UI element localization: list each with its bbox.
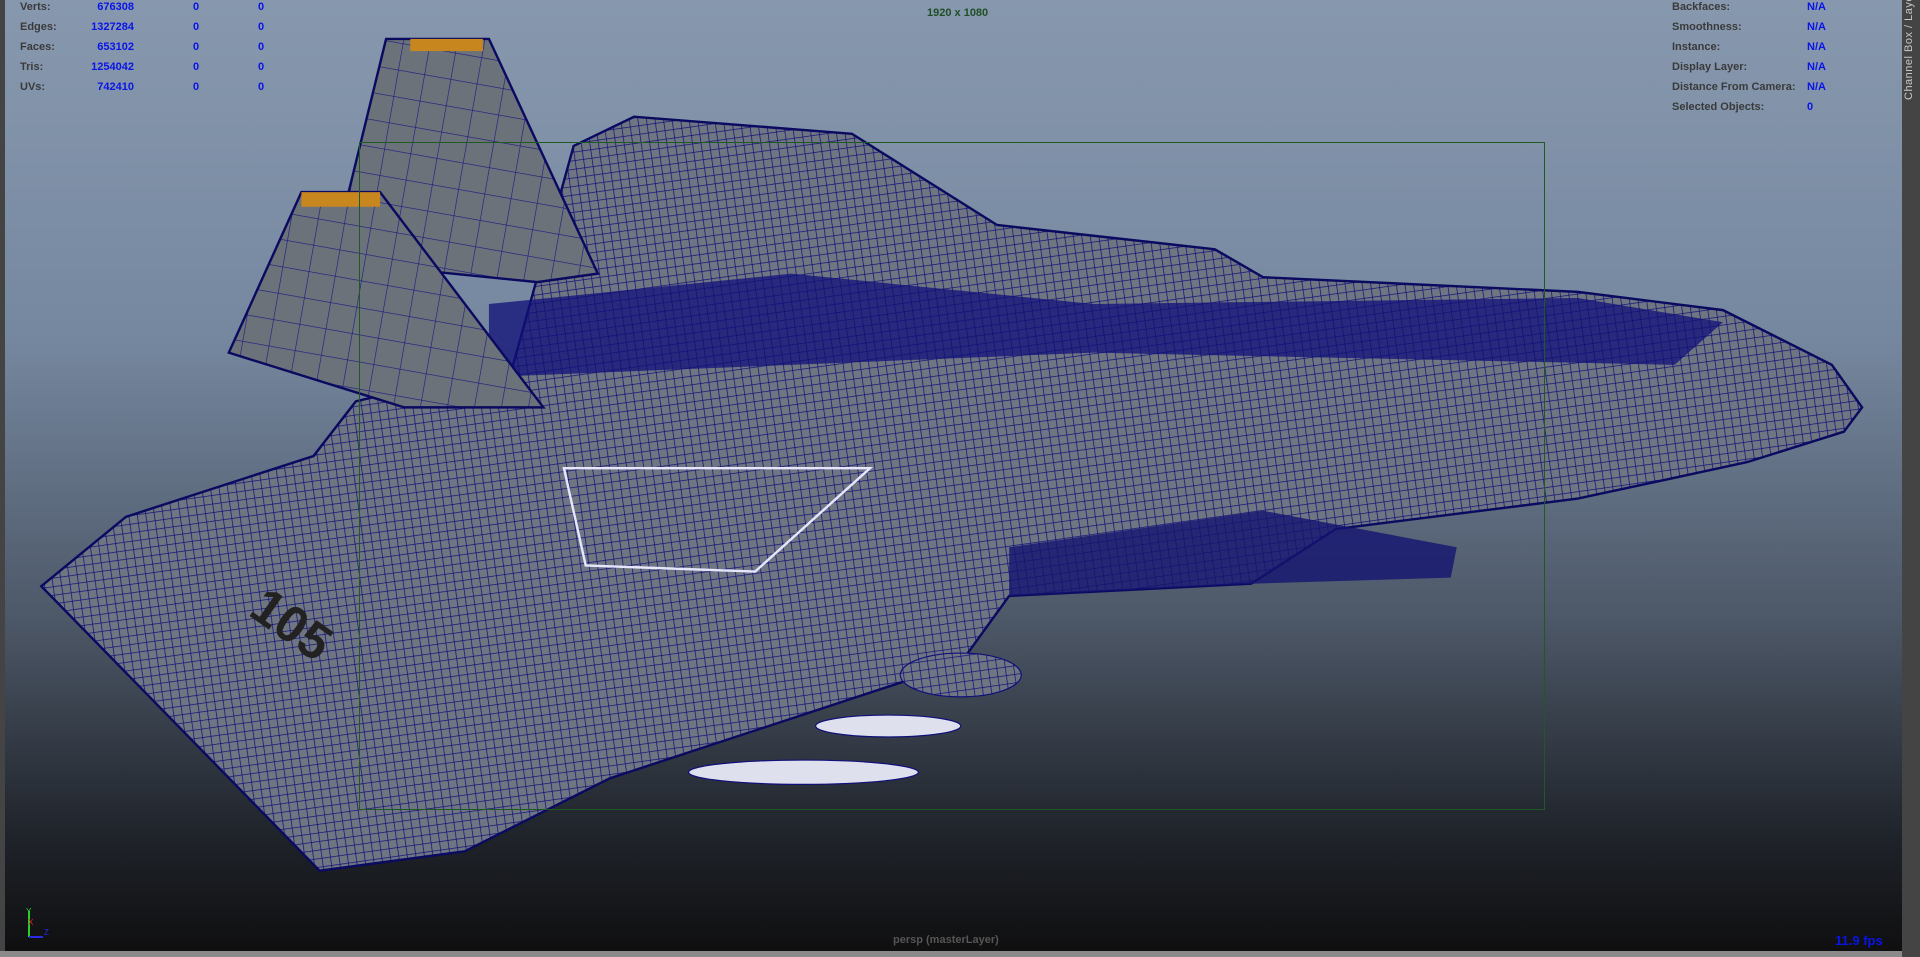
hud-label: Edges:: [20, 21, 57, 33]
channel-box-tab[interactable]: Channel Box / Layer: [1902, 0, 1920, 957]
fps-counter: 11.9 fps: [1835, 933, 1883, 948]
hud-value: 0: [258, 61, 265, 73]
hud-value: 0: [193, 1, 200, 13]
hud-label: Display Layer:: [1672, 61, 1748, 73]
hud-value: 0: [258, 81, 265, 93]
hud-value: 0: [193, 21, 200, 33]
hud-label: Instance:: [1672, 41, 1721, 53]
hud-value: 0: [193, 81, 200, 93]
hud-label: Distance From Camera:: [1672, 81, 1796, 93]
viewport-persp[interactable]: 105 1920 x 1080 Verts: 676308 0 0 Edges:…: [5, 0, 1902, 951]
svg-text:Z: Z: [44, 928, 49, 937]
hud-value: N/A: [1807, 61, 1826, 73]
hud-label: Verts:: [20, 1, 51, 13]
hud-value: 0: [193, 61, 200, 73]
hud-value: 1327284: [91, 21, 134, 33]
hud-value: 0: [258, 41, 265, 53]
hud-value: N/A: [1807, 41, 1826, 53]
hud-label: Tris:: [20, 61, 44, 73]
resolution-gate: [359, 142, 1545, 810]
hud-value: 1254042: [91, 61, 134, 73]
hud-label: Smoothness:: [1672, 21, 1742, 33]
hud-label: Backfaces:: [1672, 1, 1731, 13]
hud-label: Selected Objects:: [1672, 101, 1765, 113]
hud-value: 676308: [97, 1, 134, 13]
svg-text:X: X: [28, 918, 34, 927]
axis-gizmo-icon: Y X Z: [26, 907, 49, 938]
viewport-bottom-border: [0, 951, 1902, 957]
channel-box-tab-label: Channel Box / Layer: [1903, 0, 1915, 100]
hud-value: 0: [258, 21, 265, 33]
camera-label: persp (masterLayer): [893, 934, 999, 946]
hud-label: Faces:: [20, 41, 55, 53]
resolution-label: 1920 x 1080: [927, 7, 989, 19]
hud-value: 0: [193, 41, 200, 53]
hud-value: 742410: [97, 81, 134, 93]
hud-value: 0: [258, 1, 265, 13]
hud-label: UVs:: [20, 81, 46, 93]
hud-value: 653102: [97, 41, 134, 53]
hud-value: N/A: [1807, 1, 1826, 13]
hud-value: N/A: [1807, 21, 1826, 33]
svg-text:Y: Y: [26, 907, 32, 916]
hud-value: 0: [1807, 101, 1814, 113]
hud-value: N/A: [1807, 81, 1826, 93]
